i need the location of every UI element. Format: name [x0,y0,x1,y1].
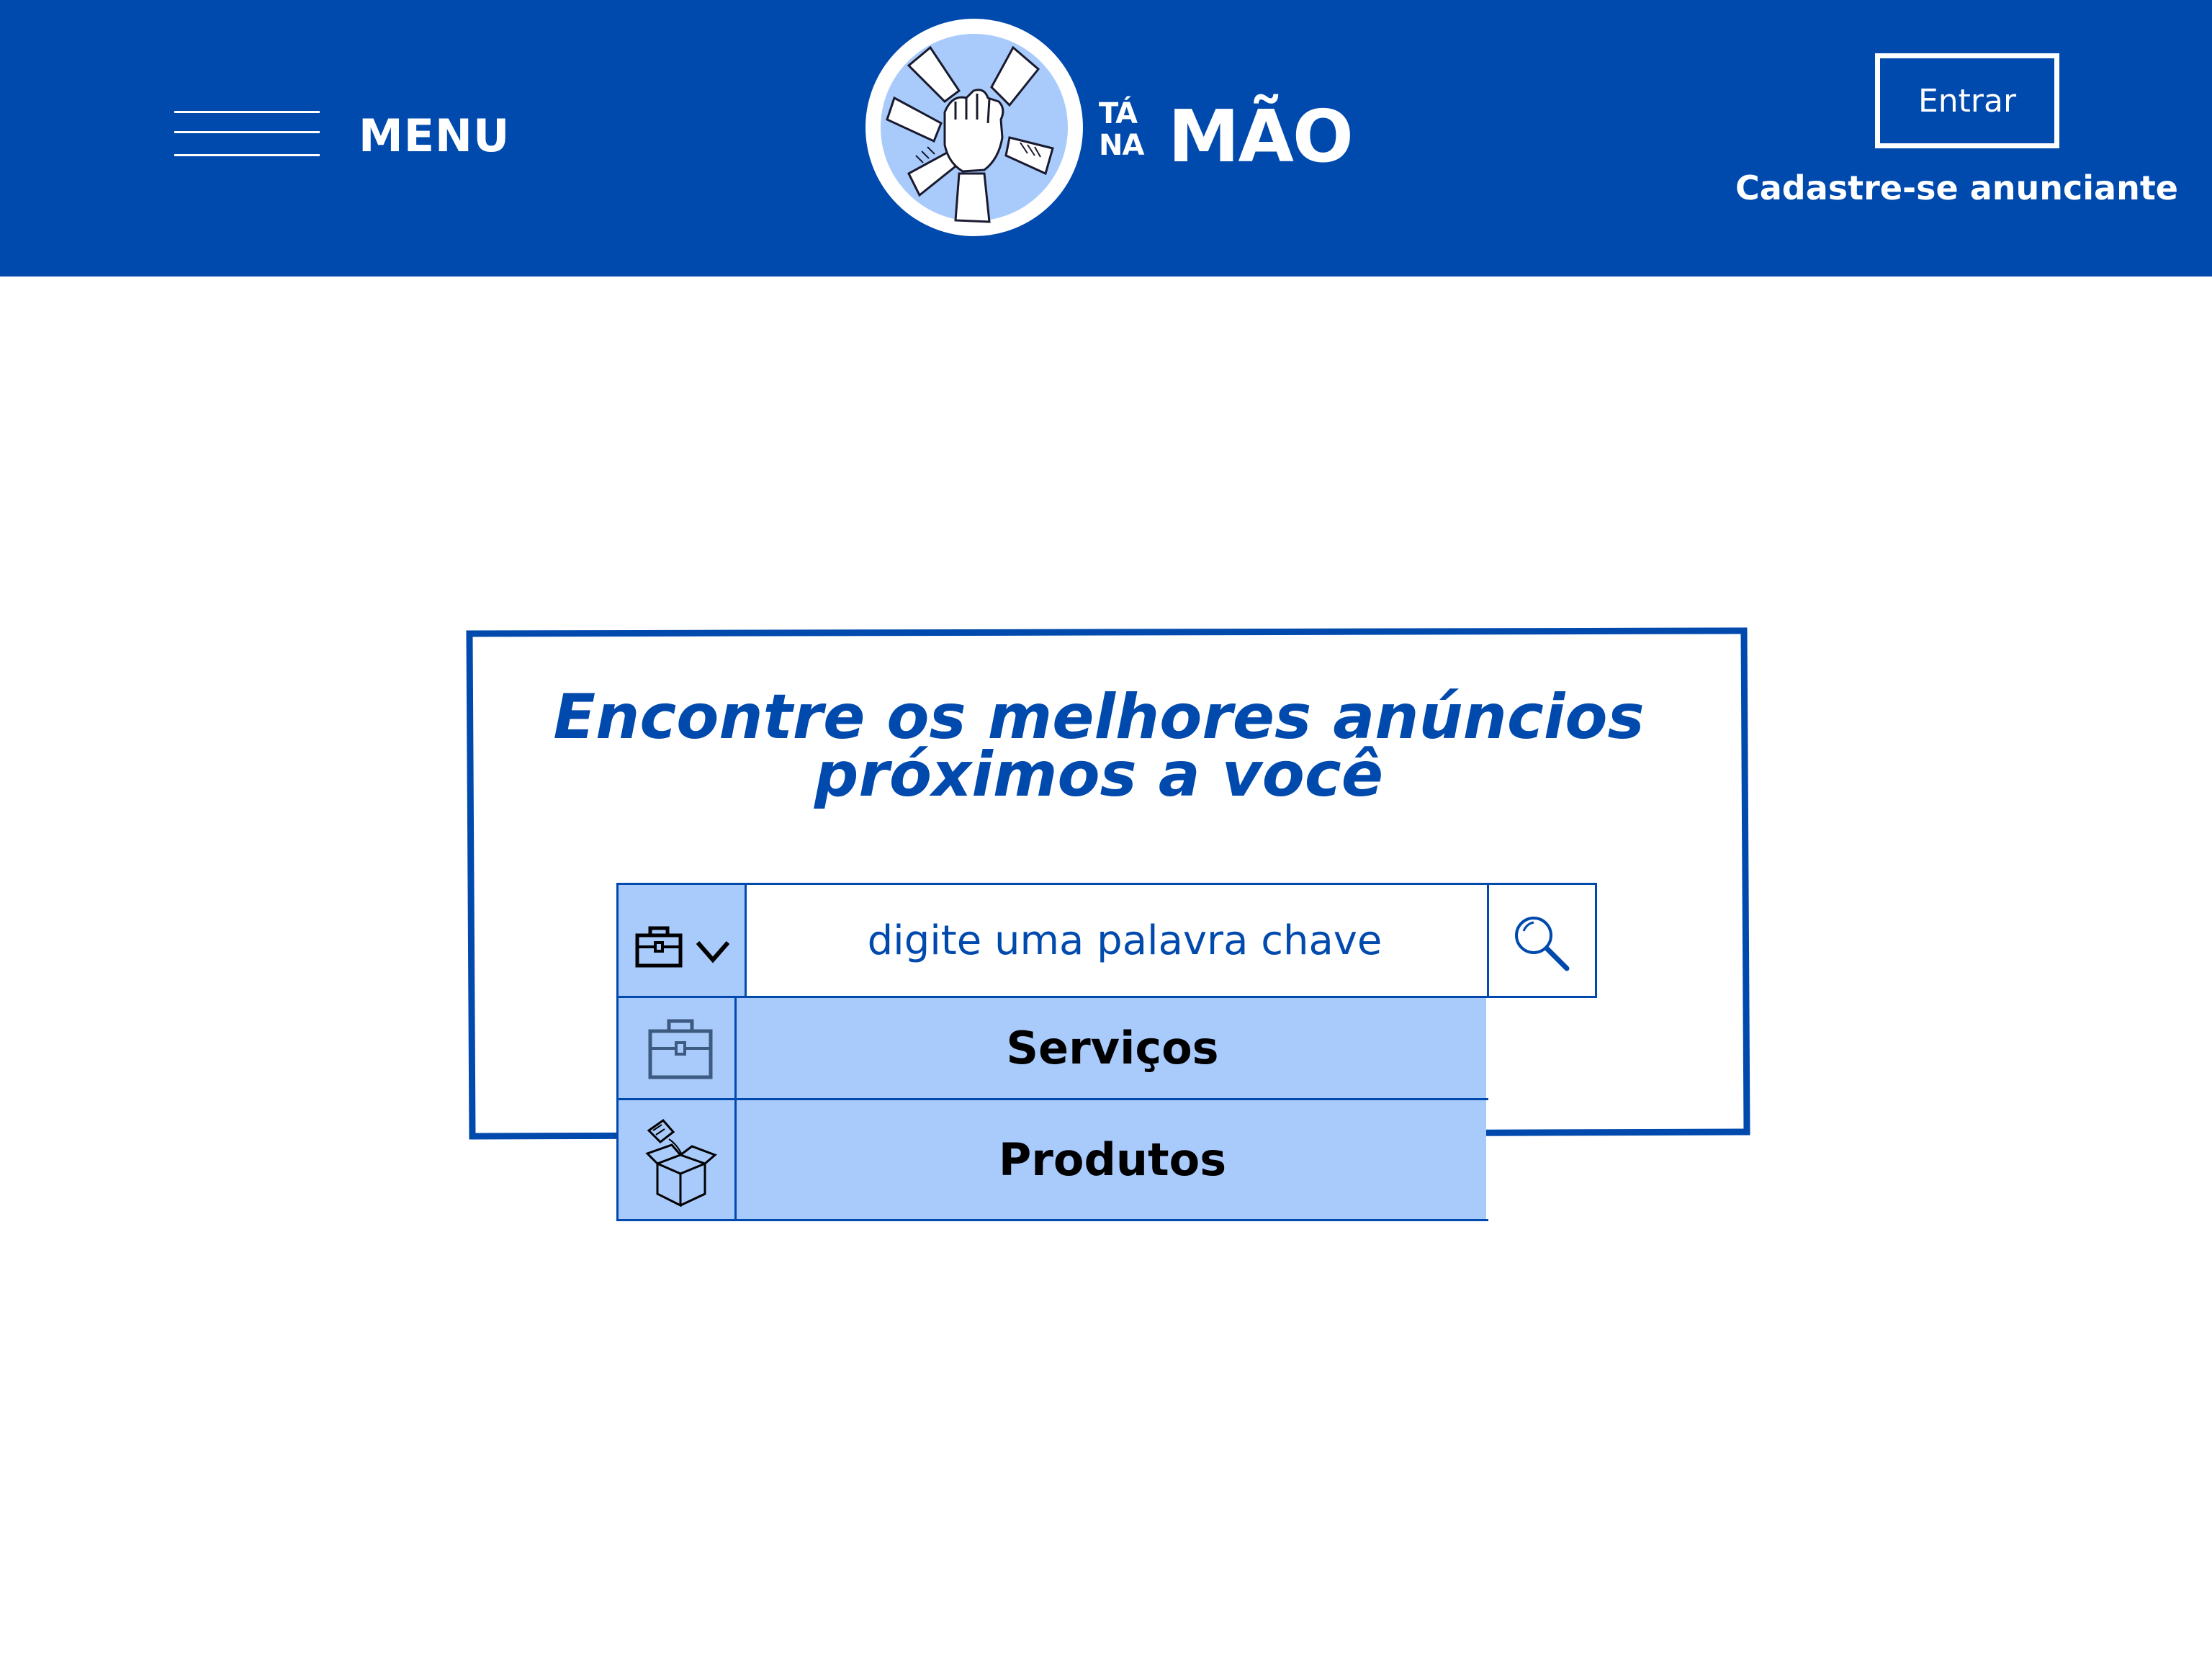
dropdown-icon-cell [619,1100,737,1219]
search-button[interactable] [1487,883,1597,998]
menu-button[interactable]: MENU [170,104,511,162]
dropdown-label-services: Serviços [1006,1022,1219,1074]
site-logo[interactable]: TÁ NA MÃO [866,19,1427,236]
search-input[interactable] [747,885,1503,996]
top-header: MENU TÁ NA MÃO Entrar Cadastre-se anunci… [0,0,2212,276]
hamburger-icon [174,108,320,158]
menu-label: MENU [359,109,511,162]
hands-together-logo-icon [866,19,1083,236]
magnifier-icon [1515,917,1570,971]
logo-wordmark: TÁ NA MÃO [1096,91,1427,184]
dropdown-label-products: Produtos [998,1133,1227,1186]
headline-line-1: Encontre os melhores anúncios [553,681,1645,753]
search-bar [616,883,1597,998]
logo-word-ta: TÁ [1099,97,1138,130]
dropdown-icon-cell [619,998,737,1098]
headline-line-2: próximos a você [814,739,1384,811]
dropdown-item-products[interactable]: Produtos [619,1100,1488,1221]
briefcase-icon [648,1019,713,1079]
dropdown-item-services[interactable]: Serviços [619,998,1488,1100]
logo-word-na: NA [1099,129,1144,162]
register-advertiser-link[interactable]: Cadastre-se anunciante [1735,168,2178,207]
login-button[interactable]: Entrar [1875,53,2059,148]
briefcase-icon [635,926,683,968]
search-headline: Encontre os melhores anúncios próximos a… [533,681,1665,811]
category-dropdown-toggle[interactable] [619,885,747,996]
open-box-icon [645,1118,717,1207]
chevron-down-icon [696,941,730,963]
logo-word-mao: MÃO [1168,94,1354,179]
category-dropdown-menu: Serviços Produtos [616,998,1488,1221]
